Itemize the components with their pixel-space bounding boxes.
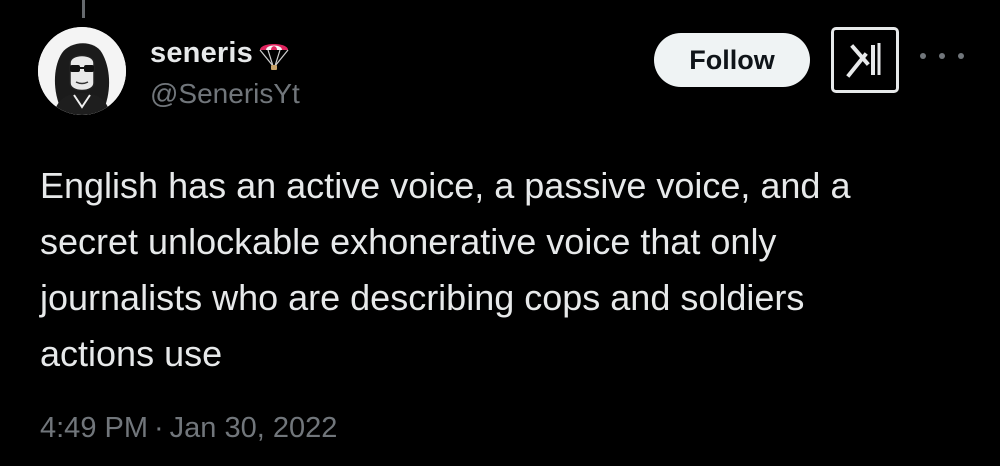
tweet-time: 4:49 PM: [40, 412, 148, 444]
grok-icon[interactable]: [831, 27, 899, 93]
avatar-icon: [38, 27, 126, 115]
tweet-date: Jan 30, 2022: [169, 412, 338, 444]
more-dot: [920, 53, 926, 59]
author-name-row: seneris: [150, 36, 292, 70]
more-dot: [958, 53, 964, 59]
parachute-icon: [256, 36, 292, 72]
more-dot: [939, 53, 945, 59]
avatar[interactable]: [38, 27, 126, 115]
timestamp-separator: ·: [154, 412, 164, 444]
tweet-timestamp[interactable]: 4:49 PM · Jan 30, 2022: [40, 412, 337, 445]
author-handle[interactable]: @SenerisYt: [150, 78, 300, 110]
tweet-text: English has an active voice, a passive v…: [40, 165, 851, 374]
more-icon[interactable]: [920, 44, 964, 68]
thread-connector-line: [82, 0, 85, 18]
author-display-name[interactable]: seneris: [150, 37, 253, 70]
follow-button[interactable]: Follow: [654, 33, 810, 87]
